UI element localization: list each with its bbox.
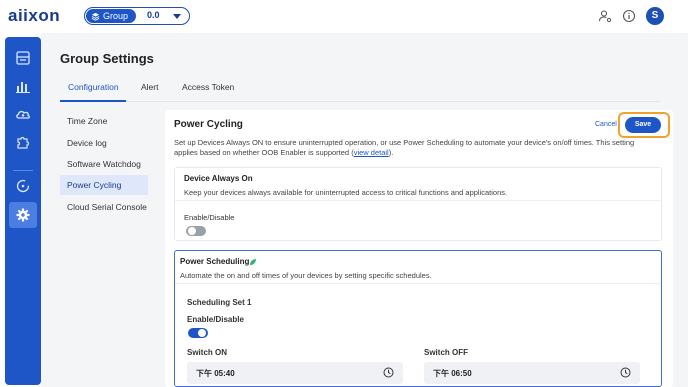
bar-chart-icon[interactable] bbox=[14, 77, 32, 95]
sidebar bbox=[5, 37, 41, 385]
top-bar: aiixon Group 0.0 S bbox=[0, 0, 688, 33]
always-on-description: Keep your devices always available for u… bbox=[175, 185, 661, 201]
avatar[interactable]: S bbox=[646, 7, 664, 25]
monitor-gauge-icon[interactable] bbox=[14, 177, 32, 195]
group-label: Group bbox=[103, 11, 129, 21]
panel-description-end: ). bbox=[388, 148, 394, 157]
page-title: Group Settings bbox=[60, 51, 154, 66]
group-value: 0.0 bbox=[147, 10, 160, 20]
power-cycling-panel: Power Cycling Cancel Save Set up Devices… bbox=[165, 110, 673, 387]
tab-alert[interactable]: Alert bbox=[141, 82, 158, 92]
always-on-title: Device Always On bbox=[184, 174, 253, 183]
active-tab-underline bbox=[60, 100, 126, 102]
view-detail-link[interactable]: view detail bbox=[354, 148, 389, 157]
menu-item-device-log[interactable]: Device log bbox=[60, 133, 148, 153]
power-scheduling-card: Power Scheduling Automate the on and off… bbox=[174, 250, 662, 387]
toggle-knob bbox=[198, 329, 206, 337]
header-actions bbox=[598, 9, 636, 23]
layers-icon bbox=[91, 12, 100, 21]
menu-item-power-cycling[interactable]: Power Cycling bbox=[60, 175, 148, 195]
menu-item-software-watchdog[interactable]: Software Watchdog bbox=[60, 154, 148, 174]
switch-off-time: 下午 06:50 bbox=[433, 369, 472, 378]
scheduling-set-title: Scheduling Set 1 bbox=[187, 298, 252, 307]
panel-description-text: Set up Devices Always ON to ensure unint… bbox=[174, 138, 635, 157]
leaf-icon bbox=[250, 259, 256, 265]
scheduling-description: Automate the on and off times of your de… bbox=[175, 268, 661, 284]
save-button[interactable]: Save bbox=[625, 117, 661, 133]
switch-off-time-picker[interactable]: 下午 06:50 bbox=[424, 362, 640, 384]
cancel-button[interactable]: Cancel bbox=[595, 121, 617, 128]
info-icon[interactable] bbox=[622, 9, 636, 23]
scheduling-title: Power Scheduling bbox=[180, 257, 250, 266]
always-on-toggle-label: Enable/Disable bbox=[184, 213, 235, 222]
user-settings-icon[interactable] bbox=[598, 9, 612, 23]
switch-on-label: Switch ON bbox=[187, 348, 228, 357]
puzzle-icon[interactable] bbox=[14, 133, 32, 151]
scheduling-toggle[interactable] bbox=[188, 328, 208, 338]
device-always-on-card: Device Always On Keep your devices alway… bbox=[174, 167, 662, 241]
group-selector[interactable]: Group 0.0 bbox=[84, 7, 190, 25]
menu-item-cloud-serial-console[interactable]: Cloud Serial Console bbox=[60, 197, 148, 217]
tab-configuration[interactable]: Configuration bbox=[68, 82, 119, 92]
menu-item-time-zone[interactable]: Time Zone bbox=[60, 111, 148, 131]
settings-tabs: Configuration Alert Access Token bbox=[60, 82, 660, 102]
main-content: Group Settings Configuration Alert Acces… bbox=[41, 33, 688, 387]
clock-icon[interactable] bbox=[383, 367, 394, 378]
switch-on-time-picker[interactable]: 下午 05:40 bbox=[187, 362, 403, 384]
chevron-down-icon bbox=[173, 14, 181, 19]
cloud-icon[interactable] bbox=[14, 105, 32, 123]
toggle-knob bbox=[188, 227, 196, 235]
panel-description: Set up Devices Always ON to ensure unint… bbox=[174, 138, 644, 158]
brand-logo[interactable]: aiixon bbox=[8, 6, 60, 26]
panel-title: Power Cycling bbox=[174, 119, 243, 130]
gear-icon[interactable] bbox=[14, 206, 32, 224]
switch-off-label: Switch OFF bbox=[424, 348, 468, 357]
tab-access-token[interactable]: Access Token bbox=[182, 82, 234, 92]
dashboard-icon[interactable] bbox=[14, 49, 32, 67]
switch-on-time: 下午 05:40 bbox=[196, 369, 235, 378]
scheduling-toggle-label: Enable/Disable bbox=[187, 315, 244, 324]
group-label-chip: Group bbox=[86, 9, 136, 23]
sidebar-divider bbox=[13, 170, 33, 171]
clock-icon[interactable] bbox=[620, 367, 631, 378]
always-on-toggle[interactable] bbox=[186, 226, 206, 236]
